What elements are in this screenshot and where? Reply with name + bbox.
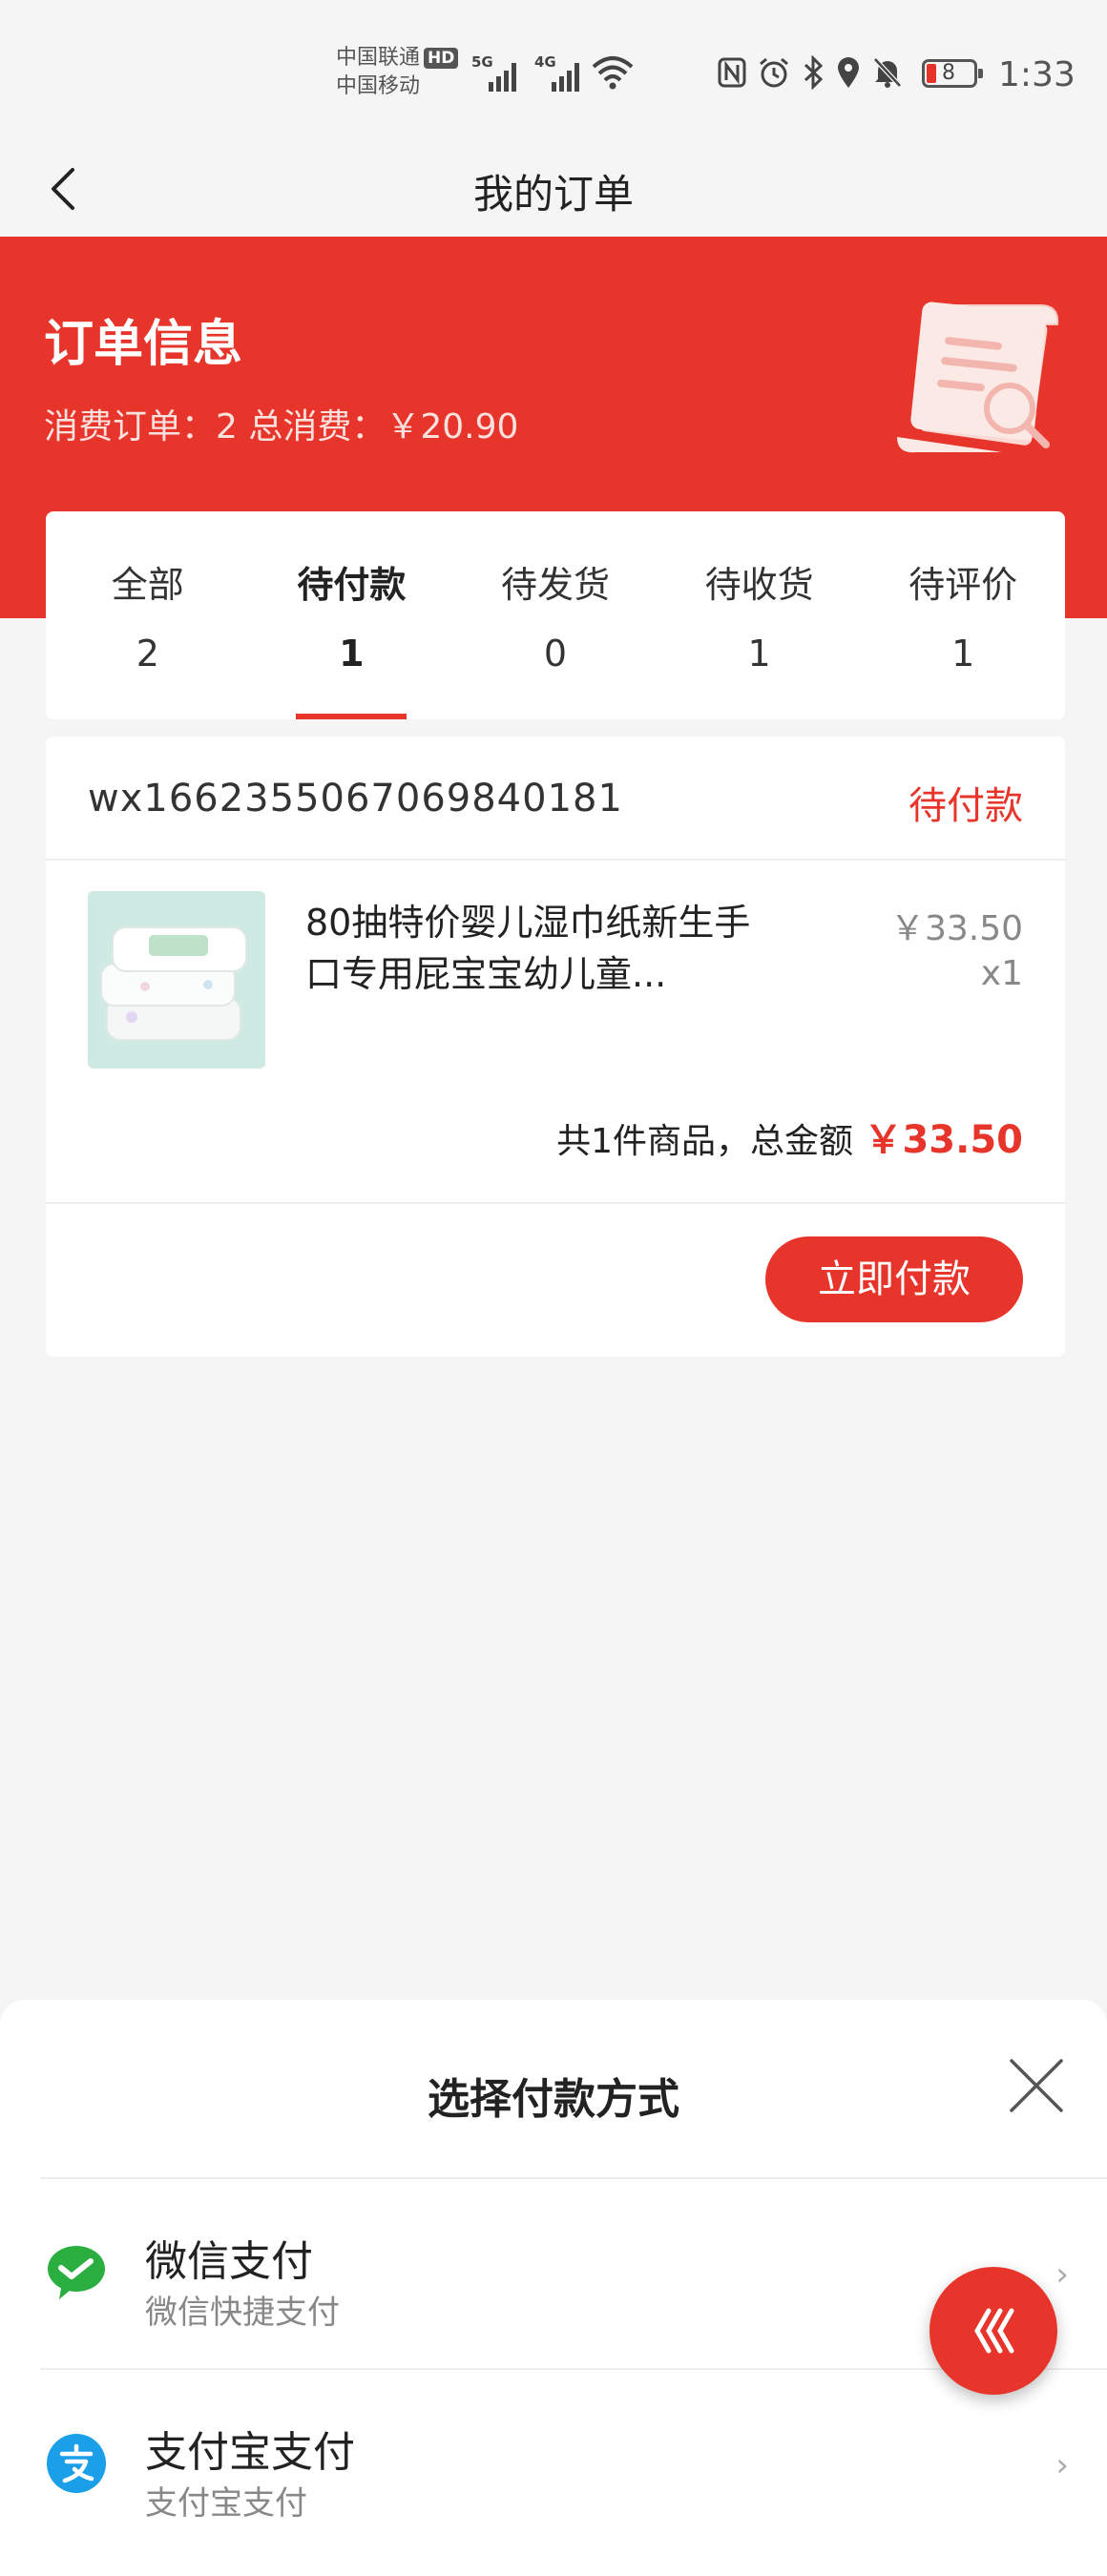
active-tab-indicator (296, 714, 407, 719)
nfc-icon (718, 57, 746, 92)
hd-badge: HD (424, 48, 459, 69)
product-name[interactable]: 80抽特价婴儿湿巾纸新生手口专用屁宝宝幼儿童... (305, 897, 754, 1000)
wechat-pay-icon (46, 2242, 107, 2303)
tab-label: 待评价 (909, 564, 1018, 606)
tab-count: 1 (951, 633, 975, 675)
location-icon (836, 56, 861, 93)
order-summary: 消费订单：2 总消费：￥20.90 (44, 407, 519, 447)
close-icon (1010, 2059, 1063, 2112)
order-total: 共1件商品，总金额 ￥33.50 (556, 1109, 1023, 1164)
signal-5g-icon: 5G (471, 53, 521, 92)
order-status: 待付款 (909, 784, 1023, 828)
divider (46, 1202, 1065, 1204)
tab-pending-receipt[interactable]: 待收货 1 (658, 511, 862, 719)
nav-bar: 我的订单 (0, 143, 1107, 237)
signal-4g-icon: 4G (534, 53, 588, 92)
tab-label: 待收货 (704, 564, 814, 606)
product-image[interactable] (88, 891, 265, 1069)
battery-level: 8 (942, 61, 955, 85)
chevron-lines-icon (974, 2308, 1014, 2354)
floating-assist-button[interactable] (929, 2267, 1057, 2395)
alarm-icon (758, 56, 790, 93)
mute-icon (872, 56, 903, 93)
tab-label: 待发货 (500, 564, 610, 606)
chevron-right-icon: › (1055, 2255, 1069, 2294)
product-quantity: x1 (980, 954, 1023, 993)
tab-all[interactable]: 全部 2 (46, 511, 250, 719)
tab-pending-review[interactable]: 待评价 1 (861, 511, 1065, 719)
bluetooth-icon (802, 54, 825, 93)
total-amount: ￥33.50 (864, 1118, 1023, 1162)
carrier-2: 中国移动 (336, 74, 421, 98)
tab-count: 1 (747, 633, 771, 675)
tab-count: 0 (543, 633, 568, 675)
tab-count: 2 (136, 633, 159, 675)
divider (46, 859, 1065, 861)
system-icons (718, 54, 903, 93)
pay-now-button[interactable]: 立即付款 (765, 1236, 1023, 1322)
tab-pending-payment[interactable]: 待付款 1 (250, 511, 454, 719)
option-desc: 支付宝支付 (145, 2484, 307, 2523)
tab-label: 待付款 (297, 564, 407, 606)
tab-label: 全部 (111, 564, 184, 606)
order-status-tabs: 全部 2 待付款 1 待发货 0 待收货 1 待评价 1 (46, 511, 1065, 719)
carrier-1: 中国联通 (336, 46, 421, 70)
order-id: wx1662355067069840181 (88, 777, 623, 821)
order-card[interactable]: wx1662355067069840181 待付款 80抽特价婴儿湿巾纸新生手口… (46, 737, 1065, 1357)
sheet-title: 选择付款方式 (428, 2075, 679, 2124)
status-bar: 中国联通 HD 中国移动 5G 4G 8 1:33 (0, 0, 1107, 143)
option-name: 支付宝支付 (145, 2428, 355, 2477)
alipay-option[interactable]: 支付宝支付 支付宝支付 › (40, 2370, 1107, 2559)
header-title: 订单信息 (44, 316, 243, 373)
product-price: ￥33.50 (889, 909, 1023, 948)
tab-count: 1 (339, 633, 365, 675)
alipay-icon (46, 2433, 107, 2494)
total-label: 共1件商品，总金额 (556, 1122, 854, 1161)
chevron-right-icon: › (1055, 2446, 1069, 2484)
tab-pending-shipment[interactable]: 待发货 0 (453, 511, 658, 719)
clock: 1:33 (998, 55, 1076, 94)
wifi-icon (592, 53, 634, 95)
carrier-info: 中国联通 HD 中国移动 (336, 44, 459, 101)
battery-icon: 8 (922, 59, 983, 88)
close-button[interactable] (1008, 2057, 1065, 2114)
option-desc: 微信快捷支付 (145, 2294, 340, 2332)
receipt-search-icon (888, 294, 1069, 456)
page-title: 我的订单 (472, 171, 634, 218)
option-name: 微信支付 (145, 2237, 313, 2286)
